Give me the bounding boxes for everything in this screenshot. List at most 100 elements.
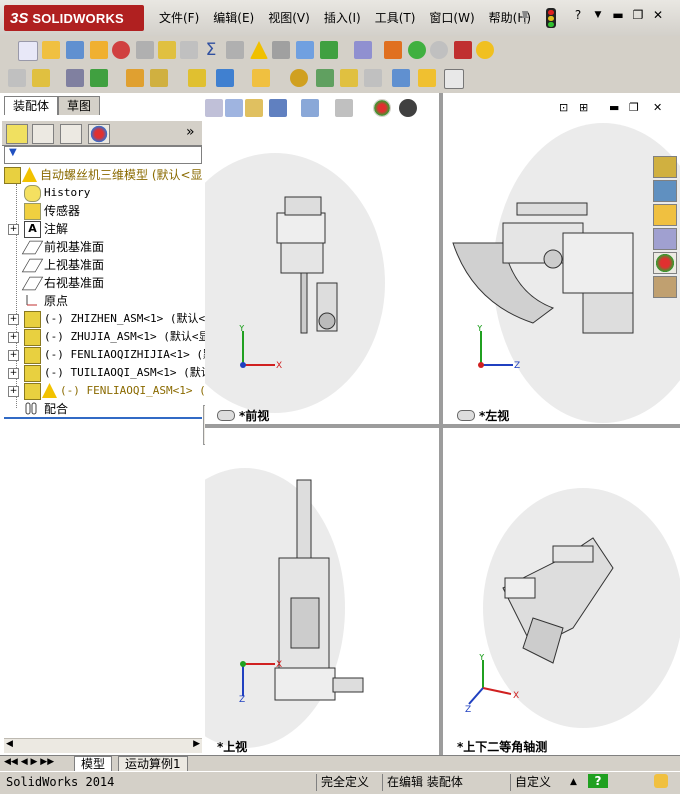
equations-icon[interactable]: Σ	[202, 41, 220, 59]
tab-assembly[interactable]: 装配体	[4, 96, 59, 115]
zoom-to-fit-icon[interactable]	[205, 99, 223, 117]
expand-toggle[interactable]: +	[8, 386, 19, 397]
file-explorer-icon[interactable]	[653, 204, 677, 226]
view-link-icon[interactable]	[457, 410, 475, 421]
import-diagnostics-icon[interactable]	[136, 41, 154, 59]
instant3d-icon[interactable]	[392, 69, 410, 87]
custom-properties-icon[interactable]	[653, 276, 677, 298]
horizontal-scrollbar[interactable]: ◀ ▶	[4, 738, 202, 753]
expand-toggle[interactable]: +	[8, 224, 19, 235]
view-palette-icon[interactable]	[653, 228, 677, 250]
smart-fasteners-icon[interactable]	[126, 69, 144, 87]
help-button[interactable]: ?	[570, 7, 586, 23]
tab-motion-study[interactable]: 运动算例1	[118, 756, 188, 772]
snapshot-icon[interactable]	[444, 69, 464, 89]
split-views-icon[interactable]: ⊞	[579, 101, 588, 114]
design-library-icon[interactable]	[653, 180, 677, 202]
compare-icon[interactable]	[354, 41, 372, 59]
interference-icon[interactable]	[226, 41, 244, 59]
linear-pattern-icon[interactable]	[90, 69, 108, 87]
viewport-minimize-button[interactable]: ▬	[609, 101, 619, 114]
tab-model[interactable]: 模型	[74, 756, 113, 772]
clearance-icon[interactable]	[296, 41, 314, 59]
menu-view[interactable]: 视图(V)	[261, 9, 317, 27]
section-view-icon[interactable]	[269, 99, 287, 117]
section-properties-icon[interactable]	[90, 41, 108, 59]
view-orientation-icon[interactable]	[301, 99, 319, 117]
menu-window[interactable]: 窗口(W)	[422, 9, 481, 27]
menu-file[interactable]: 文件(F)	[152, 9, 206, 27]
check-mark-icon[interactable]	[430, 41, 448, 59]
show-hidden-icon[interactable]	[188, 69, 206, 87]
explode-icon[interactable]	[384, 41, 402, 59]
link-views-icon[interactable]: ⊡	[559, 101, 568, 114]
spelling-icon[interactable]	[18, 41, 38, 61]
new-part-icon[interactable]	[8, 69, 26, 87]
move-component-icon[interactable]	[150, 69, 168, 87]
explode-line-icon[interactable]	[364, 69, 382, 87]
restore-button[interactable]: ❐	[630, 7, 646, 23]
tree-filter-input[interactable]: ▼	[4, 146, 202, 164]
property-manager-icon[interactable]	[32, 124, 54, 144]
assembly-features-icon[interactable]	[216, 69, 234, 87]
mass-properties-icon[interactable]	[66, 41, 84, 59]
viewport-top[interactable]: X Z *上视	[205, 428, 439, 755]
edit-appearance-icon[interactable]	[373, 99, 391, 117]
viewport-trimetric[interactable]: Y X Z *上下二等角轴测	[443, 428, 680, 755]
expand-icon[interactable]: »	[186, 124, 195, 140]
check-icon[interactable]	[112, 41, 130, 59]
menu-edit[interactable]: 编辑(E)	[206, 9, 261, 27]
view-link-icon[interactable]	[217, 410, 235, 421]
new-motion-study-icon[interactable]	[290, 69, 308, 87]
viewport-left[interactable]: Y Z *左视	[443, 93, 680, 424]
filter-icon[interactable]: ▼	[9, 147, 17, 158]
reference-geometry-icon[interactable]	[252, 69, 270, 87]
geometry-analysis-icon[interactable]	[180, 41, 198, 59]
configuration-manager-icon[interactable]	[60, 124, 82, 144]
zoom-area-icon[interactable]	[225, 99, 243, 117]
minimize-button[interactable]: ▬	[610, 7, 626, 23]
warning-icon[interactable]	[250, 41, 268, 59]
viewport-restore-button[interactable]: ❐	[629, 101, 639, 114]
viewport-close-button[interactable]: ✕	[653, 101, 662, 114]
mate-icon[interactable]	[66, 69, 84, 87]
units-dropdown-icon[interactable]: ▲	[566, 774, 581, 791]
panel-splitter[interactable]	[4, 417, 202, 419]
hole-alignment-icon[interactable]	[272, 41, 290, 59]
insert-component-icon[interactable]	[32, 69, 50, 87]
appearances-icon[interactable]	[653, 252, 677, 274]
solidworks-resources-icon[interactable]	[653, 156, 677, 178]
expand-toggle[interactable]: +	[8, 368, 19, 379]
display-style-icon[interactable]	[335, 99, 353, 117]
expand-toggle[interactable]: +	[8, 350, 19, 361]
menu-insert[interactable]: 插入(I)	[317, 9, 368, 27]
assembly-visualization-icon[interactable]	[320, 41, 338, 59]
tab-scroll-left-icon[interactable]: ◀◀ ◀ ▶ ▶▶	[4, 757, 54, 767]
tab-sketch[interactable]: 草图	[58, 96, 101, 115]
bill-of-materials-icon[interactable]	[316, 69, 334, 87]
menu-tools[interactable]: 工具(T)	[368, 9, 423, 27]
display-manager-icon[interactable]	[88, 124, 110, 144]
scroll-right-icon[interactable]: ▶	[193, 739, 200, 749]
expand-toggle[interactable]: +	[8, 314, 19, 325]
pin-icon[interactable]	[518, 9, 532, 25]
apply-scene-icon[interactable]	[399, 99, 417, 117]
measure-icon[interactable]	[42, 41, 60, 59]
status-help-button[interactable]: ?	[588, 774, 608, 788]
viewport-front[interactable]: Y X *前视	[205, 93, 439, 424]
exploded-view-icon[interactable]	[340, 69, 358, 87]
close-button[interactable]: ✕	[650, 7, 666, 23]
scroll-left-icon[interactable]: ◀	[6, 739, 13, 749]
units-selector[interactable]: 自定义	[510, 774, 555, 791]
check-entity-icon[interactable]	[158, 41, 176, 59]
color-icon[interactable]	[454, 41, 472, 59]
rebuild-traffic-light-icon[interactable]	[546, 8, 556, 28]
tag-icon[interactable]	[654, 774, 668, 788]
appearance-icon[interactable]	[408, 41, 426, 59]
solidworks-logo[interactable]: 3S SOLIDWORKS	[4, 5, 144, 31]
previous-view-icon[interactable]	[245, 99, 263, 117]
render-icon[interactable]	[476, 41, 494, 59]
speedpak-icon[interactable]	[418, 69, 436, 87]
expand-toggle[interactable]: +	[8, 332, 19, 343]
dropdown-icon[interactable]: ▼	[590, 7, 606, 23]
